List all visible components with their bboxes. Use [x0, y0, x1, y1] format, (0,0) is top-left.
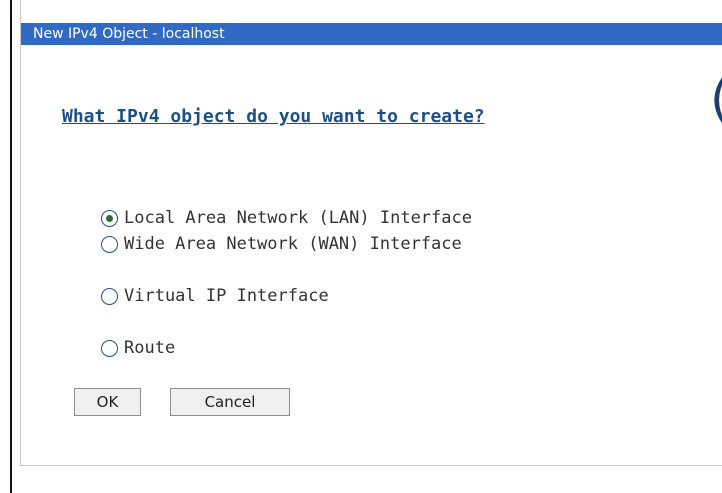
- option-lan-interface[interactable]: Local Area Network (LAN) Interface: [101, 205, 472, 231]
- left-divider: [10, 0, 12, 493]
- option-label: Wide Area Network (WAN) Interface: [124, 234, 462, 254]
- dialog-window: New IPv4 Object - localhost What IPv4 ob…: [20, 0, 722, 466]
- option-label: Local Area Network (LAN) Interface: [124, 208, 472, 228]
- clipped-heading-glyph: (: [710, 74, 722, 124]
- option-route[interactable]: Route: [101, 335, 175, 361]
- radio-selected-icon[interactable]: [101, 209, 118, 227]
- radio-unselected-icon[interactable]: [101, 235, 118, 253]
- option-label: Virtual IP Interface: [124, 286, 329, 306]
- window-title: New IPv4 Object - localhost: [21, 23, 722, 45]
- ok-button[interactable]: OK: [74, 388, 141, 416]
- option-label: Route: [124, 338, 176, 358]
- option-virtual-ip-interface[interactable]: Virtual IP Interface: [101, 283, 329, 309]
- option-wan-interface[interactable]: Wide Area Network (WAN) Interface: [101, 231, 462, 257]
- cancel-button[interactable]: Cancel: [170, 388, 290, 416]
- page-heading: What IPv4 object do you want to create?: [62, 106, 485, 127]
- radio-unselected-icon[interactable]: [101, 339, 118, 357]
- radio-unselected-icon[interactable]: [101, 287, 118, 305]
